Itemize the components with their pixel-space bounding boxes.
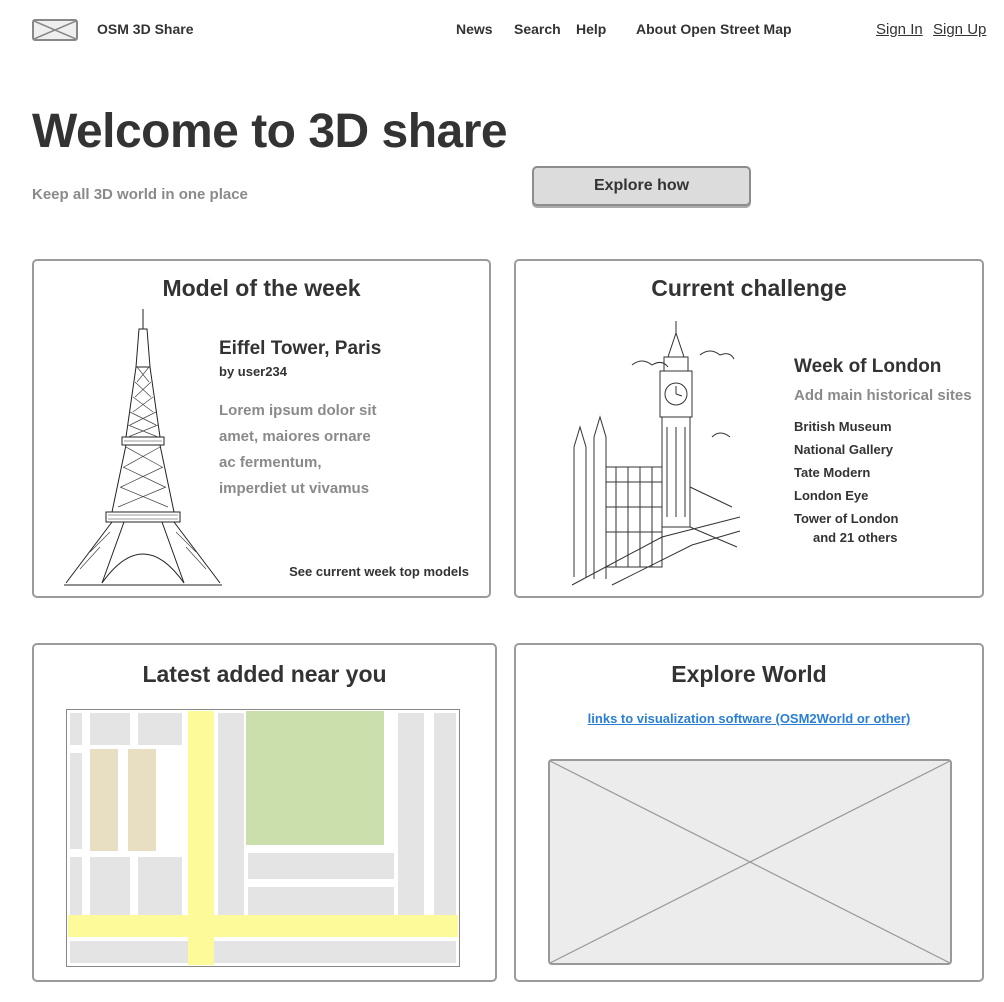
sign-up-link[interactable]: Sign Up: [933, 21, 986, 38]
sign-in-link[interactable]: Sign In: [876, 21, 923, 38]
current-challenge-title: Current challenge: [651, 275, 847, 301]
list-item[interactable]: London Eye: [794, 484, 898, 507]
challenge-subtitle: Add main historical sites: [794, 387, 972, 404]
list-item[interactable]: Tower of London: [794, 507, 898, 530]
nav-news[interactable]: News: [456, 21, 493, 37]
list-item[interactable]: National Gallery: [794, 438, 898, 461]
eiffel-tower-icon: [64, 309, 222, 586]
model-author[interactable]: by user234: [219, 364, 287, 379]
visualization-software-link[interactable]: links to visualization software (OSM2Wor…: [516, 711, 982, 726]
explore-world-title: Explore World: [671, 661, 827, 687]
list-item[interactable]: British Museum: [794, 415, 898, 438]
see-top-models-link[interactable]: See current week top models: [289, 564, 469, 579]
nav-about-osm[interactable]: About Open Street Map: [636, 21, 792, 37]
image-placeholder-icon[interactable]: [548, 759, 952, 965]
logo-icon[interactable]: [32, 19, 78, 41]
nav-help[interactable]: Help: [576, 21, 606, 37]
model-of-week-card: Model of the week Eiffel Tower, Paris by…: [32, 259, 491, 598]
list-item[interactable]: Tate Modern: [794, 461, 898, 484]
map-icon[interactable]: [66, 709, 460, 967]
latest-near-title: Latest added near you: [142, 661, 387, 687]
model-name[interactable]: Eiffel Tower, Paris: [219, 338, 381, 360]
challenge-site-list: British Museum National Gallery Tate Mod…: [794, 415, 898, 530]
challenge-title: Week of London: [794, 356, 942, 377]
explore-how-button[interactable]: Explore how: [532, 166, 751, 206]
latest-near-card: Latest added near you: [32, 643, 497, 982]
current-challenge-card: Current challenge Week of London Add mai…: [514, 259, 984, 598]
page-subtitle: Keep all 3D world in one place: [32, 186, 248, 203]
more-sites-link[interactable]: and 21 others: [813, 530, 898, 545]
nav-search[interactable]: Search: [514, 21, 561, 37]
model-description: Lorem ipsum dolor sit amet, maiores orna…: [219, 402, 377, 497]
brand-name[interactable]: OSM 3D Share: [97, 21, 193, 37]
explore-world-card: Explore World links to visualization sof…: [514, 643, 984, 982]
big-ben-icon: [572, 321, 741, 586]
page-title: Welcome to 3D share: [32, 105, 508, 158]
model-of-week-title: Model of the week: [162, 275, 361, 301]
